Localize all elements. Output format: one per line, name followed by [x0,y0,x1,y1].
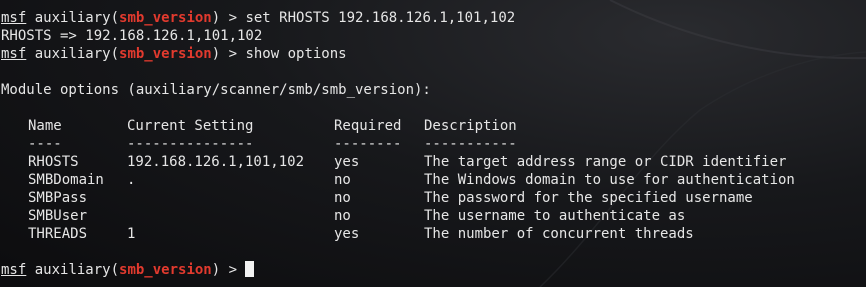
underline-name: ---- [28,136,62,152]
option-current-setting: 1 [127,226,136,242]
column-header-name: Name [28,118,62,134]
column-header-current-setting: Current Setting [127,118,254,134]
column-header-description: Description [424,118,517,134]
option-current-setting: 192.168.126.1,101,102 [127,154,305,170]
prompt-context-prefix: auxiliary( [26,262,120,278]
prompt-msf: msf [1,262,27,278]
underline-description: ----------- [424,136,517,152]
option-required: no [334,190,351,206]
prompt-context-prefix: auxiliary( [26,46,120,62]
command-text: show options [245,46,347,62]
command-text: set RHOSTS 192.168.126.1,101,102 [245,10,516,26]
prompt-context-prefix: auxiliary( [26,10,120,26]
option-required: yes [334,226,360,242]
prompt-module: smb_version [119,10,212,26]
prompt-line-2: msf auxiliary(smb_version) > show option… [1,45,347,63]
option-name: THREADS [28,226,88,242]
option-required: yes [334,154,360,170]
underline-current-setting: --------------- [127,136,254,152]
text-cursor[interactable] [245,261,255,277]
option-description: The target address range or CIDR identif… [424,154,787,170]
active-prompt-line[interactable]: msf auxiliary(smb_version) > [1,261,255,279]
option-required: no [334,208,351,224]
terminal-window[interactable]: msf auxiliary(smb_version) > set RHOSTS … [0,0,866,287]
prompt-module: smb_version [119,46,212,62]
option-name: SMBPass [28,190,88,206]
prompt-context-suffix: ) > [211,46,246,62]
option-description: The password for the specified username [424,190,753,206]
prompt-context-suffix: ) > [211,10,246,26]
prompt-module: smb_version [119,262,212,278]
prompt-msf: msf [1,46,27,62]
option-required: no [334,172,351,188]
option-description: The number of concurrent threads [424,226,694,242]
column-header-required: Required [334,118,402,134]
option-name: SMBDomain [28,172,104,188]
output-line: RHOSTS => 192.168.126.1,101,102 [1,28,263,44]
option-description: The Windows domain to use for authentica… [424,172,795,188]
option-name: SMBUser [28,208,88,224]
prompt-line-1: msf auxiliary(smb_version) > set RHOSTS … [1,9,515,27]
underline-required: -------- [334,136,402,152]
option-name: RHOSTS [28,154,79,170]
prompt-context-suffix: ) > [211,262,246,278]
prompt-msf: msf [1,10,27,26]
module-options-header: Module options (auxiliary/scanner/smb/sm… [1,82,431,98]
option-description: The username to authenticate as [424,208,686,224]
option-current-setting: . [127,172,136,188]
